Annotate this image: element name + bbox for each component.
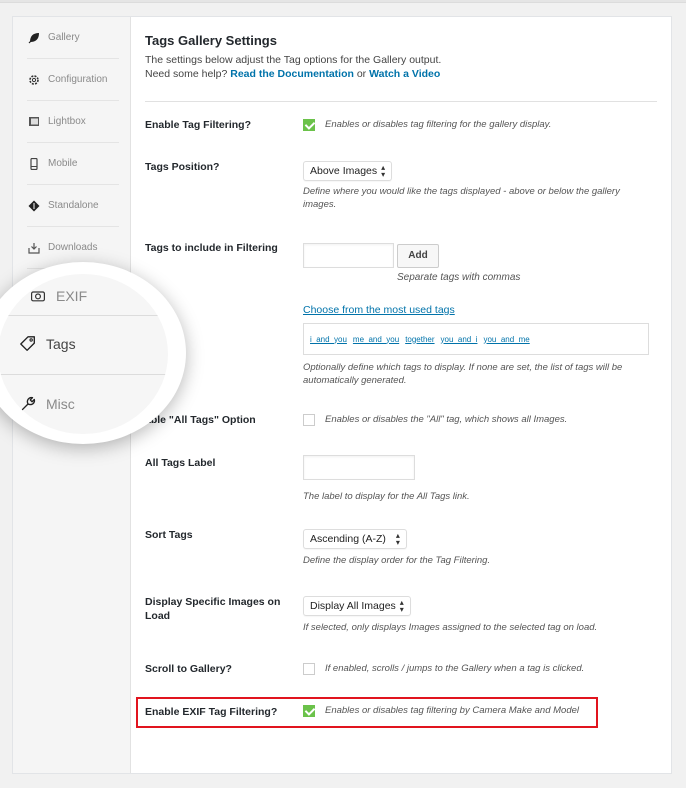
- sort-tags-select[interactable]: Ascending (A-Z) ▴ ▾: [303, 529, 407, 549]
- sort-tags-field: Ascending (A-Z) ▴ ▾ Define the display or…: [303, 529, 653, 567]
- sidebar-item-lightbox[interactable]: Lightbox: [27, 101, 119, 143]
- sort-tags-value: Ascending (A-Z): [310, 533, 386, 545]
- display-specific-desc: If selected, only displays Images assign…: [303, 622, 598, 633]
- sidebar-item-label: Configuration: [48, 74, 108, 85]
- or-text: or: [356, 68, 367, 80]
- sidebar-item-gallery[interactable]: Gallery: [27, 17, 119, 59]
- sidebar-item-label: Standalone: [48, 200, 99, 211]
- header-divider: [145, 101, 657, 102]
- scroll-to-gallery-field: If enabled, scrolls / jumps to the Galle…: [303, 662, 584, 675]
- sidebar-item-label: EXIF: [56, 288, 88, 304]
- sidebar-item-misc[interactable]: Misc: [18, 376, 168, 432]
- tag-link[interactable]: me_and_you: [353, 335, 399, 344]
- display-specific-label: Display Specific Images on Load: [145, 596, 281, 622]
- lightbox-icon: [27, 115, 41, 129]
- gear-icon: [27, 73, 41, 87]
- all-tags-label-field: The label to display for the All Tags li…: [303, 455, 470, 503]
- magnifier-callout: EXIF Tags Misc: [0, 262, 186, 444]
- mobile-icon: [27, 157, 41, 171]
- download-icon: [27, 241, 41, 255]
- watch-video-link[interactable]: Watch a Video: [369, 68, 440, 80]
- scroll-to-gallery-desc: If enabled, scrolls / jumps to the Galle…: [325, 663, 585, 674]
- sidebar-item-mobile[interactable]: Mobile: [27, 143, 119, 185]
- tags-position-field: Above Images ▴ ▾ Define where you would l…: [303, 161, 653, 211]
- tags-position-desc: Define where you would like the tags dis…: [303, 186, 620, 210]
- tag-link[interactable]: i_and_you: [310, 335, 347, 344]
- enable-tag-filtering-desc: Enables or disables tag filtering for th…: [325, 119, 552, 130]
- tags-include-desc: Optionally define which tags to display.…: [303, 362, 623, 386]
- scroll-to-gallery-checkbox[interactable]: [303, 662, 315, 675]
- all-tags-option-desc: Enables or disables the "All" tag, which…: [325, 414, 568, 425]
- leaf-icon: [27, 31, 41, 45]
- magnifier-inner: EXIF Tags Misc: [0, 274, 168, 434]
- tags-include-field: Add Separate tags with commas Choose fro…: [303, 243, 663, 387]
- enable-tag-filtering-label: Enable Tag Filtering?: [145, 119, 251, 131]
- tags-position-value: Above Images: [310, 165, 378, 177]
- highlight-box: [136, 697, 598, 728]
- camera-icon: [28, 286, 48, 306]
- display-specific-value: Display All Images: [310, 600, 396, 612]
- help-line: Need some help? Read the Documentation o…: [145, 67, 565, 81]
- select-arrows-icon: ▴ ▾: [399, 598, 404, 614]
- tags-position-select[interactable]: Above Images ▴ ▾: [303, 161, 393, 181]
- most-used-tags-box: i_and_you me_and_you together you_and_i …: [303, 323, 649, 355]
- sidebar-item-configuration[interactable]: Configuration: [27, 59, 119, 101]
- tags-position-label: Tags Position?: [145, 161, 220, 173]
- tag-icon: [18, 334, 38, 354]
- all-tags-label-label: All Tags Label: [145, 457, 216, 469]
- intro-line: The settings below adjust the Tag option…: [145, 54, 442, 66]
- intro-text: The settings below adjust the Tag option…: [145, 53, 565, 81]
- sidebar-item-label: Downloads: [48, 242, 98, 253]
- display-specific-select[interactable]: Display All Images ▴ ▾: [303, 596, 411, 616]
- sidebar-item-label: Gallery: [48, 32, 80, 43]
- enable-tag-filtering-field: Enables or disables tag filtering for th…: [303, 118, 551, 131]
- page-title: Tags Gallery Settings: [145, 33, 277, 48]
- top-divider: [0, 0, 686, 3]
- all-tags-option-field: Enables or disables the "All" tag, which…: [303, 413, 567, 426]
- documentation-link[interactable]: Read the Documentation: [230, 68, 354, 80]
- sidebar-item-label: Tags: [46, 336, 76, 352]
- sidebar-item-label: Lightbox: [48, 116, 86, 127]
- tag-link[interactable]: you_and_i: [441, 335, 478, 344]
- scroll-to-gallery-label: Scroll to Gallery?: [145, 663, 232, 675]
- select-arrows-icon: ▴ ▾: [395, 531, 400, 547]
- tags-include-input[interactable]: [303, 243, 394, 268]
- sidebar-item-label: Mobile: [48, 158, 78, 169]
- all-tags-label-input[interactable]: [303, 455, 415, 480]
- add-tag-button[interactable]: Add: [397, 243, 439, 268]
- tag-link[interactable]: together: [405, 335, 434, 344]
- sidebar-divider: [0, 374, 168, 375]
- sort-tags-label: Sort Tags: [145, 529, 193, 541]
- all-tags-label-desc: The label to display for the All Tags li…: [303, 491, 470, 502]
- all-tags-option-checkbox[interactable]: [303, 413, 315, 426]
- sidebar-item-label: Misc: [46, 396, 75, 412]
- display-specific-field: Display All Images ▴ ▾ If selected, only …: [303, 596, 663, 634]
- tag-link[interactable]: you_and_me: [483, 335, 529, 344]
- wrench-icon: [18, 394, 38, 414]
- choose-most-used-tags-link[interactable]: Choose from the most used tags: [303, 304, 455, 316]
- sidebar-item-standalone[interactable]: Standalone: [27, 185, 119, 227]
- tags-include-label: Tags to include in Filtering: [145, 242, 278, 254]
- standalone-icon: [27, 199, 41, 213]
- help-prefix: Need some help?: [145, 68, 228, 80]
- enable-tag-filtering-checkbox[interactable]: [303, 118, 315, 131]
- sort-tags-desc: Define the display order for the Tag Fil…: [303, 555, 491, 566]
- select-arrows-icon: ▴ ▾: [381, 163, 386, 179]
- tags-include-hint: Separate tags with commas: [397, 272, 521, 283]
- sidebar-item-tags[interactable]: Tags: [18, 316, 168, 372]
